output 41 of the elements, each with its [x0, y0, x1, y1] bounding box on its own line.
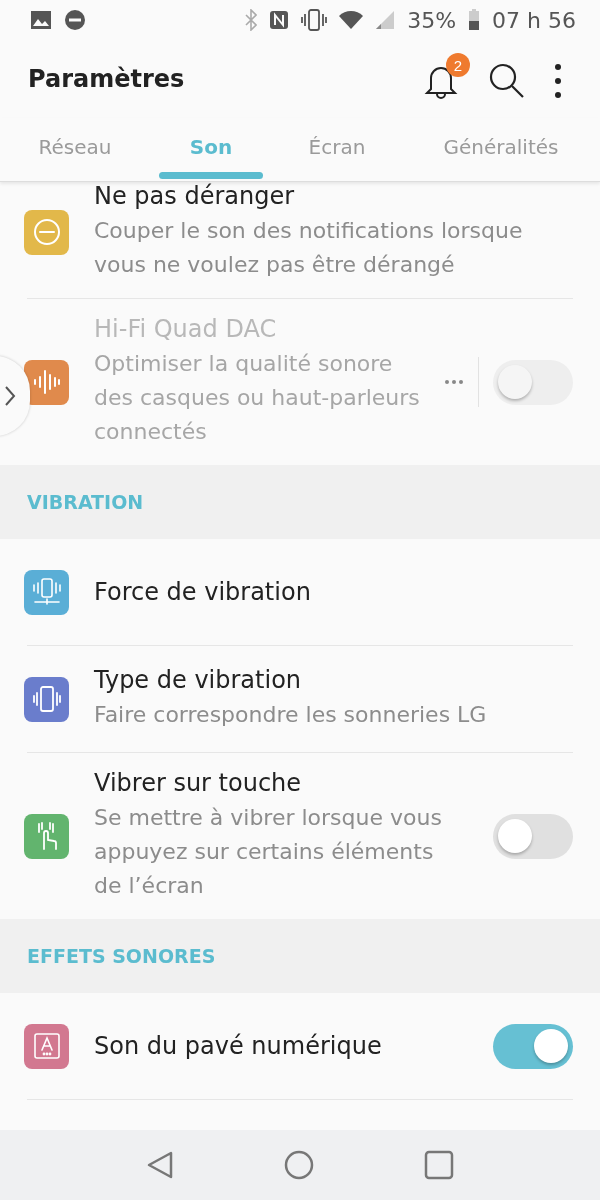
more-dots-icon	[444, 379, 464, 385]
setting-description: Se mettre à vibrer lorsque vous appuyez sur certains éléments de l’écran	[94, 804, 443, 900]
toggle-switch[interactable]	[493, 813, 573, 859]
section-title: EFFETS SONORES	[27, 945, 216, 967]
setting-description: Optimiser la qualité sonore des casques ou haut-parleurs connectés	[94, 350, 421, 446]
back-button[interactable]	[146, 1150, 174, 1180]
setting-title[interactable]: Ne pas déranger	[94, 182, 573, 210]
setting-description: Faire correspondre les sonneries LG	[94, 701, 488, 729]
image-icon	[30, 10, 52, 30]
page-title: Paramètres	[28, 65, 186, 93]
recent-apps-button[interactable]	[424, 1150, 454, 1180]
tab[interactable]: Réseau	[0, 118, 150, 181]
nfc-icon	[269, 10, 290, 30]
vibrate-icon	[301, 9, 328, 31]
signal-icon	[375, 10, 396, 30]
vibrating-phone-icon	[31, 577, 62, 607]
tab[interactable]: Généralités	[402, 118, 600, 181]
keypad-letter-icon	[31, 1031, 62, 1061]
bluetooth-icon	[245, 9, 258, 31]
battery-percent: 35%	[407, 7, 457, 33]
clock: 07 h 56	[492, 7, 576, 33]
section-title: VIBRATION	[27, 491, 144, 513]
wifi-icon	[339, 10, 364, 30]
sound-wave-icon	[31, 367, 62, 397]
setting-title[interactable]: Son du pavé numérique	[94, 1032, 479, 1060]
tab[interactable]: Son	[150, 118, 272, 181]
toggle-switch[interactable]	[493, 1023, 573, 1069]
minus-circle-icon	[31, 217, 62, 247]
notifications-button[interactable]: 2	[418, 53, 470, 105]
setting-title[interactable]: Type de vibration	[94, 666, 573, 694]
notification-badge: 2	[446, 53, 470, 77]
do-not-disturb-icon	[64, 9, 86, 31]
tab[interactable]: Écran	[272, 118, 402, 181]
battery-icon	[468, 9, 481, 31]
more-vertical-icon	[554, 63, 562, 99]
setting-title[interactable]: Force de vibration	[94, 578, 573, 606]
vibrating-phone-icon	[31, 684, 62, 714]
home-button[interactable]	[284, 1150, 314, 1180]
setting-description: Couper le son des notifications lorsque vous ne voulez pas être dérangé	[94, 217, 524, 279]
setting-title[interactable]: Vibrer sur touche	[94, 769, 479, 797]
search-icon	[488, 62, 526, 100]
